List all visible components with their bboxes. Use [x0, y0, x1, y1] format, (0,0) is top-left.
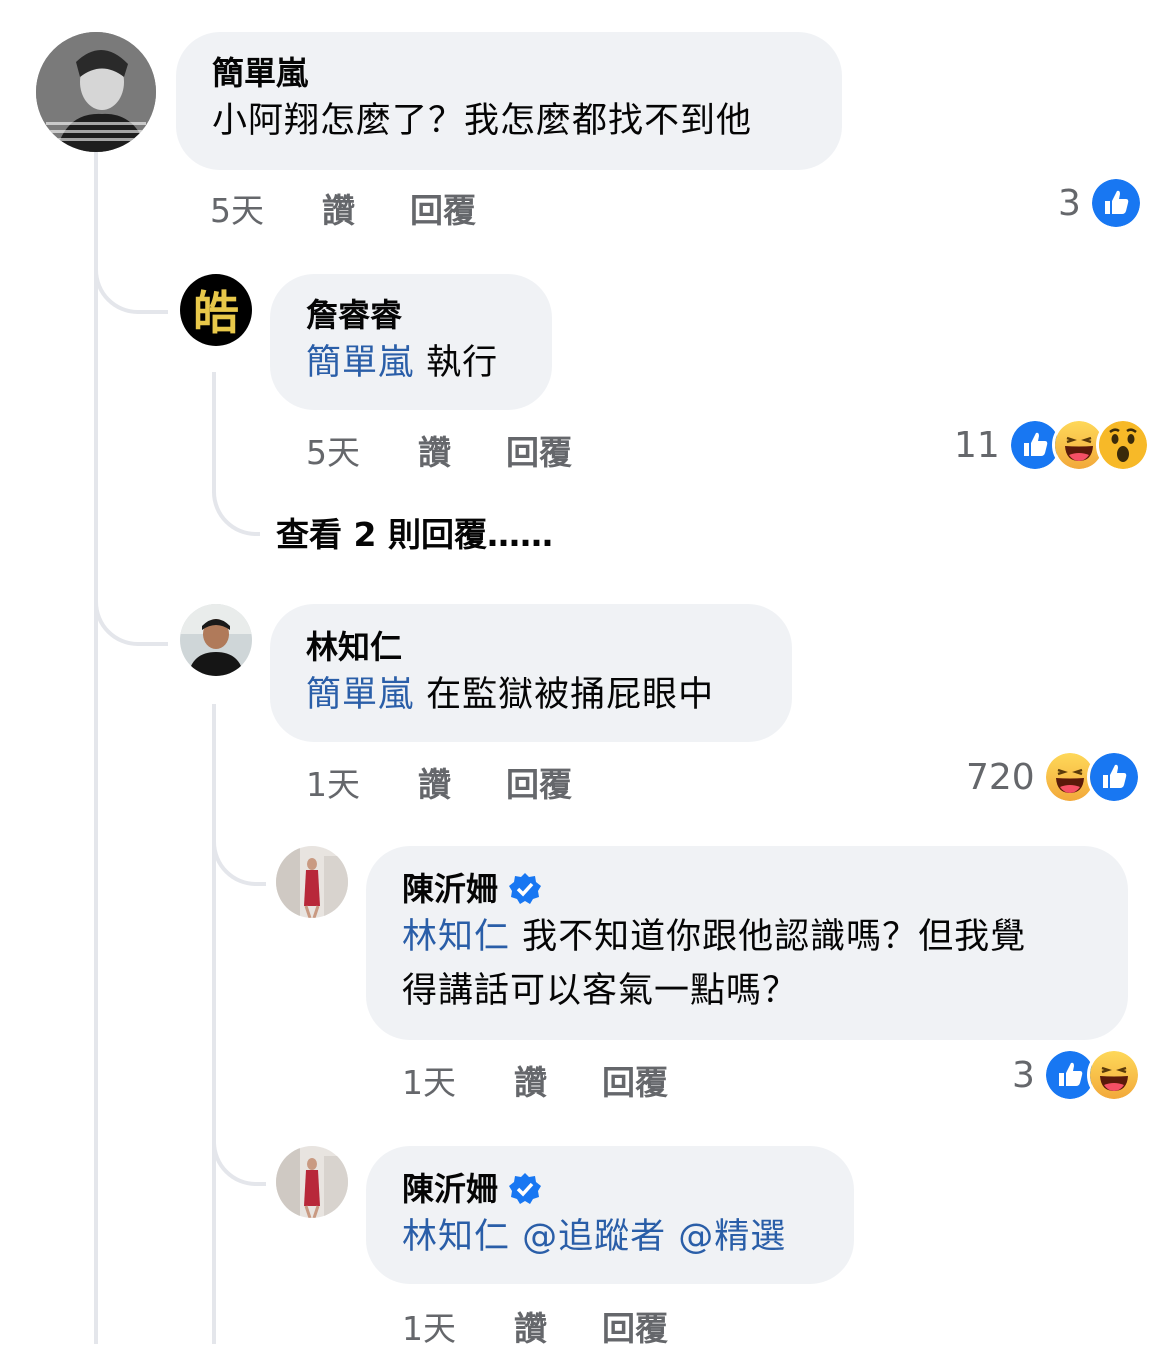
comment-body[interactable]: @追蹤者 @精選 — [522, 1217, 786, 1257]
thread-connector-2 — [94, 580, 168, 646]
comment-body: 執行 — [426, 343, 499, 383]
comment-actions-5: 1天 讚 回覆 — [402, 1302, 668, 1350]
comment-time[interactable]: 1天 — [402, 1302, 514, 1350]
comment-text: 小阿翔怎麼了？我怎麼都找不到他 — [212, 101, 753, 141]
mention-link[interactable]: 林知仁 — [402, 1217, 510, 1257]
thread-line-reply-1 — [212, 372, 216, 492]
comment-time[interactable]: 5天 — [210, 184, 322, 232]
avatar-jian[interactable] — [36, 32, 156, 152]
comment-text: 簡單嵐 在監獄被捅屁眼中 — [306, 668, 756, 722]
avatar-lin[interactable] — [180, 604, 252, 676]
avatar-chen-2[interactable] — [276, 1146, 348, 1218]
comment-time[interactable]: 1天 — [306, 758, 418, 806]
comment-bubble-5: 陳沂姍 林知仁 @追蹤者 @精選 — [366, 1146, 854, 1284]
wow-icon — [1095, 418, 1150, 472]
reaction-count: 720 — [966, 756, 1035, 798]
mention-link[interactable]: 簡單嵐 — [306, 343, 414, 383]
like-icon — [1088, 176, 1143, 230]
reactions-1[interactable]: 3 — [1058, 176, 1143, 230]
like-button[interactable]: 讚 — [418, 426, 506, 474]
thread-connector-4 — [212, 1120, 266, 1186]
verified-badge-icon — [509, 873, 542, 904]
comment-time[interactable]: 1天 — [402, 1056, 514, 1104]
reaction-count: 3 — [1012, 1054, 1035, 1096]
thread-connector-view-more — [212, 480, 260, 536]
reply-button[interactable]: 回覆 — [506, 758, 572, 806]
avatar-zhan-glyph: 皓 — [193, 286, 239, 340]
reply-button[interactable]: 回覆 — [410, 184, 476, 232]
comment-time[interactable]: 5天 — [306, 426, 418, 474]
reply-button[interactable]: 回覆 — [602, 1302, 668, 1350]
avatar-chen-image — [276, 846, 348, 918]
like-button[interactable]: 讚 — [322, 184, 410, 232]
author-name[interactable]: 詹睿睿 — [306, 294, 402, 336]
avatar-lin-image — [180, 604, 252, 676]
avatar-jian-image — [36, 32, 156, 152]
comment-bubble-3: 林知仁 簡單嵐 在監獄被捅屁眼中 — [270, 604, 792, 742]
author-name[interactable]: 林知仁 — [306, 626, 402, 668]
author-name[interactable]: 陳沂姍 — [402, 1168, 498, 1210]
comment-bubble-4: 陳沂姍 林知仁 我不知道你跟他認識嗎？但我覺得講話可以客氣一點嗎？ — [366, 846, 1128, 1040]
comment-bubble-2: 詹睿睿 簡單嵐 執行 — [270, 274, 552, 410]
reactions-3[interactable]: 720 — [966, 750, 1141, 804]
thread-connector-3 — [212, 820, 266, 886]
reply-button[interactable]: 回覆 — [602, 1056, 668, 1104]
comment-author[interactable]: 簡單嵐 — [212, 52, 806, 94]
comment-author[interactable]: 林知仁 — [306, 626, 756, 668]
like-button[interactable]: 讚 — [418, 758, 506, 806]
thread-connector-1 — [94, 250, 168, 314]
reaction-count: 11 — [954, 424, 1000, 466]
comment-actions-4: 1天 讚 回覆 — [402, 1056, 668, 1104]
comment-text: 簡單嵐 執行 — [306, 336, 516, 390]
avatar-chen-image — [276, 1146, 348, 1218]
author-name[interactable]: 陳沂姍 — [402, 868, 498, 910]
mention-link[interactable]: 簡單嵐 — [306, 675, 414, 715]
comment-author[interactable]: 陳沂姍 — [402, 868, 1092, 910]
haha-icon — [1086, 1048, 1141, 1102]
comment-bubble-1: 簡單嵐 小阿翔怎麼了？我怎麼都找不到他 — [176, 32, 842, 170]
like-button[interactable]: 讚 — [514, 1056, 602, 1104]
view-more-replies-link[interactable]: 查看 2 則回覆…… — [276, 508, 553, 556]
like-icon — [1086, 750, 1141, 804]
comment-body: 在監獄被捅屁眼中 — [426, 675, 715, 715]
like-button[interactable]: 讚 — [514, 1302, 602, 1350]
comment-author[interactable]: 陳沂姍 — [402, 1168, 818, 1210]
avatar-chen[interactable] — [276, 846, 348, 918]
author-name[interactable]: 簡單嵐 — [212, 52, 308, 94]
comment-actions-3: 1天 讚 回覆 — [306, 758, 572, 806]
verified-badge-icon — [509, 1173, 542, 1204]
comment-actions-1: 5天 讚 回覆 — [210, 184, 476, 232]
comment-body-line1: 我不知道你跟他認識嗎？但我覺 — [522, 917, 1027, 957]
thread-line-main — [94, 152, 98, 1344]
comment-body-line2: 得講話可以客氣一點嗎？ — [402, 971, 799, 1011]
reply-button[interactable]: 回覆 — [506, 426, 572, 474]
comment-author[interactable]: 詹睿睿 — [306, 294, 516, 336]
thread-line-reply-2 — [212, 704, 216, 1344]
comment-text: 林知仁 我不知道你跟他認識嗎？但我覺得講話可以客氣一點嗎？ — [402, 910, 1092, 1018]
reactions-4[interactable]: 3 — [1012, 1048, 1141, 1102]
comment-text: 林知仁 @追蹤者 @精選 — [402, 1210, 818, 1264]
mention-link[interactable]: 林知仁 — [402, 917, 510, 957]
avatar-zhan[interactable]: 皓 — [180, 274, 252, 346]
reactions-2[interactable]: 11 — [954, 418, 1150, 472]
comment-actions-2: 5天 讚 回覆 — [306, 426, 572, 474]
reaction-count: 3 — [1058, 182, 1081, 224]
